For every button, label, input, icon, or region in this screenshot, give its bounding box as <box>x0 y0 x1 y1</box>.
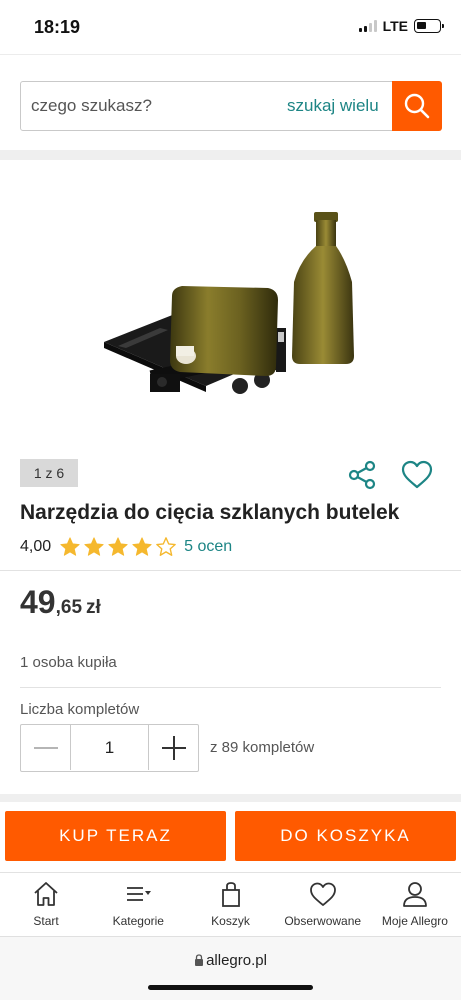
tab-start[interactable]: Start <box>0 873 92 936</box>
product-title: Narzędzia do cięcia szklanych butelek <box>20 501 400 524</box>
divider <box>20 687 441 688</box>
product-image[interactable] <box>0 160 461 450</box>
quantity-label: Liczba kompletów <box>20 701 140 718</box>
star-empty-icon <box>156 537 176 556</box>
home-icon <box>34 882 58 906</box>
status-bar: 18:19 LTE <box>0 0 461 54</box>
search-input[interactable] <box>31 82 281 129</box>
quantity-decrease-button[interactable] <box>21 725 71 770</box>
gallery-counter: 1 z 6 <box>20 459 78 487</box>
buyers-count: 1 osoba kupiła <box>20 654 117 671</box>
browser-url-bar[interactable]: allegro.pl <box>0 936 461 1000</box>
menu-icon <box>127 887 152 901</box>
quantity-value[interactable]: 1 <box>71 725 148 771</box>
bottom-tabbar: Start Kategorie Koszyk Obserwowane Moje … <box>0 872 461 936</box>
search-box: szukaj wielu <box>20 80 442 131</box>
minus-icon <box>33 746 58 749</box>
lock-icon <box>195 954 204 966</box>
network-label: LTE <box>382 18 408 34</box>
tab-obserwowane[interactable]: Obserwowane <box>277 873 369 936</box>
quantity-available: z 89 kompletów <box>210 739 315 756</box>
search-button[interactable] <box>391 80 442 131</box>
reviews-link[interactable]: 5 ocen <box>184 538 232 556</box>
heart-icon <box>309 882 336 906</box>
rating-row: 4,00 5 ocen <box>20 535 232 559</box>
star-filled-icon <box>108 537 128 556</box>
tab-koszyk[interactable]: Koszyk <box>184 873 276 936</box>
rating-value: 4,00 <box>20 538 52 555</box>
home-indicator[interactable] <box>148 985 313 990</box>
plus-icon <box>161 735 186 760</box>
star-filled-icon <box>60 537 80 556</box>
url-display[interactable]: allegro.pl <box>0 952 461 969</box>
search-icon <box>404 93 429 118</box>
share-icon[interactable] <box>345 458 379 492</box>
bag-icon <box>221 882 240 907</box>
action-bar: KUP TERAZ DO KOSZYKA <box>0 802 461 872</box>
divider <box>0 570 461 571</box>
search-area: szukaj wielu <box>0 54 461 150</box>
tab-label: Moje Allegro <box>381 914 448 928</box>
buy-now-button[interactable]: KUP TERAZ <box>5 811 226 861</box>
search-many-link[interactable]: szukaj wielu <box>287 96 379 116</box>
rating-stars <box>59 536 177 558</box>
price-integer: 49 <box>20 584 56 620</box>
url-text: allegro.pl <box>206 952 267 969</box>
tab-moje-allegro[interactable]: Moje Allegro <box>369 873 461 936</box>
tab-label: Koszyk <box>211 914 250 928</box>
tab-label: Kategorie <box>112 914 164 928</box>
user-icon <box>403 882 427 907</box>
signal-icon <box>358 20 377 32</box>
section-separator <box>0 150 461 160</box>
add-to-cart-button[interactable]: DO KOSZYKA <box>235 811 456 861</box>
star-filled-icon <box>84 537 104 556</box>
tab-kategorie[interactable]: Kategorie <box>92 873 184 936</box>
watch-heart-icon[interactable] <box>400 458 434 492</box>
quantity-increase-button[interactable] <box>148 725 198 770</box>
price-decimal: ,65 <box>55 597 83 618</box>
tab-label: Obserwowane <box>284 914 362 928</box>
section-separator <box>0 794 461 802</box>
star-filled-icon <box>132 537 152 556</box>
status-indicators: LTE <box>358 18 444 34</box>
tab-label: Start <box>33 914 59 928</box>
product-photo <box>104 212 354 394</box>
price: 49,65 zł <box>20 584 101 621</box>
quantity-stepper: 1 <box>20 724 199 772</box>
battery-icon <box>414 19 444 33</box>
price-currency: zł <box>86 597 101 618</box>
status-time: 18:19 <box>34 17 81 37</box>
